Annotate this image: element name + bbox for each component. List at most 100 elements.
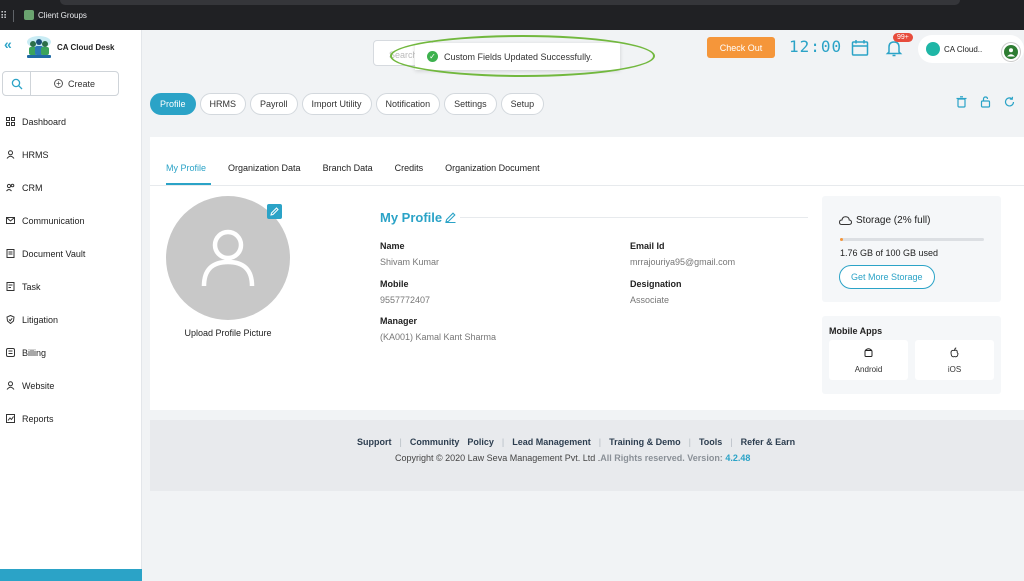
billing-icon bbox=[6, 348, 15, 357]
user-name: CA Cloud.. bbox=[944, 44, 983, 54]
android-label: Android bbox=[854, 365, 883, 374]
calendar-icon[interactable] bbox=[851, 39, 869, 57]
sidebar-item-document-vault[interactable]: Document Vault bbox=[0, 237, 142, 270]
footer-link-training-demo[interactable]: Training & Demo bbox=[609, 437, 681, 447]
grid-icon bbox=[6, 117, 15, 126]
sidebar-item-hrms[interactable]: HRMS bbox=[0, 138, 142, 171]
footer-link-tools[interactable]: Tools bbox=[699, 437, 722, 447]
pencil-icon bbox=[270, 207, 279, 216]
browser-bookmark-bar: ⠿ Client Groups bbox=[0, 0, 1024, 30]
trash-icon[interactable] bbox=[956, 96, 967, 108]
bookmark-client-groups[interactable]: Client Groups bbox=[24, 10, 87, 20]
rights-text: All Rights reserved. bbox=[600, 453, 685, 463]
sidebar-item-billing[interactable]: Billing bbox=[0, 336, 142, 369]
footer-links: Support | Community Policy | Lead Manage… bbox=[357, 437, 803, 447]
mobile-apps-title: Mobile Apps bbox=[829, 326, 883, 336]
mail-icon bbox=[6, 217, 15, 224]
footer-link-support[interactable]: Support bbox=[357, 437, 392, 447]
browser-tab-strip bbox=[60, 0, 960, 5]
android-app-link[interactable]: Android bbox=[829, 340, 908, 380]
user-avatar-icon bbox=[1007, 48, 1015, 57]
sidebar-item-dashboard[interactable]: Dashboard bbox=[0, 105, 142, 138]
my-profile-heading: My Profile bbox=[380, 210, 456, 225]
sidebar-menu: Dashboard HRMS CRM Communication Documen… bbox=[0, 105, 142, 435]
designation-field: Designation Associate bbox=[630, 279, 682, 305]
designation-value: Associate bbox=[630, 295, 670, 305]
tab-notification[interactable]: Notification bbox=[375, 93, 441, 115]
tab-payroll[interactable]: Payroll bbox=[250, 93, 298, 115]
sidebar-item-reports[interactable]: Reports bbox=[0, 402, 142, 435]
footer-link-refer-earn[interactable]: Refer & Earn bbox=[741, 437, 796, 447]
brand-name: CA Cloud Desk bbox=[57, 43, 115, 52]
page-actions bbox=[956, 96, 1015, 108]
plus-circle-icon: + bbox=[53, 79, 63, 88]
bookmark-separator bbox=[13, 10, 14, 22]
mobile-label: Mobile bbox=[380, 279, 409, 289]
manager-field: Manager (KA001) Kamal Kant Sharma bbox=[380, 316, 496, 342]
tab-settings[interactable]: Settings bbox=[444, 93, 497, 115]
footer-copyright: Copyright © 2020 Law Seva Management Pvt… bbox=[395, 453, 750, 463]
check-out-button[interactable]: Check Out bbox=[707, 37, 775, 58]
apps-grid-icon[interactable]: ⠿ bbox=[0, 11, 7, 22]
footer-divider: | bbox=[598, 437, 602, 447]
sidebar-item-label: Dashboard bbox=[22, 116, 67, 127]
create-button[interactable]: + Create bbox=[31, 72, 118, 95]
sidebar-item-label: HRMS bbox=[22, 149, 49, 160]
storage-used-text: 1.76 GB of 100 GB used bbox=[840, 248, 939, 258]
sidebar-item-website[interactable]: Website bbox=[0, 369, 142, 402]
footer-link-lead-management[interactable]: Lead Management bbox=[512, 437, 591, 447]
task-icon bbox=[6, 282, 15, 291]
unlock-icon[interactable] bbox=[980, 96, 991, 108]
sidebar-item-communication[interactable]: Communication bbox=[0, 204, 142, 237]
user-menu[interactable]: CA Cloud.. bbox=[918, 35, 1024, 63]
chart-icon bbox=[6, 414, 15, 423]
profile-sub-tabs: My Profile Organization Data Branch Data… bbox=[166, 163, 540, 173]
name-value: Shivam Kumar bbox=[380, 257, 440, 267]
upload-profile-picture-label[interactable]: Upload Profile Picture bbox=[166, 328, 290, 338]
sidebar-search-create: + Create bbox=[2, 71, 119, 96]
sidebar-item-label: Litigation bbox=[22, 314, 59, 325]
edit-picture-button[interactable] bbox=[267, 204, 282, 219]
ios-label: iOS bbox=[947, 365, 962, 374]
version-label: Version: bbox=[687, 453, 723, 463]
shield-icon bbox=[6, 315, 15, 324]
get-more-storage-button[interactable]: Get More Storage bbox=[839, 265, 935, 289]
sidebar-item-crm[interactable]: CRM bbox=[0, 171, 142, 204]
footer-divider: | bbox=[501, 437, 505, 447]
sidebar-item-task[interactable]: Task bbox=[0, 270, 142, 303]
subtab-organization-document[interactable]: Organization Document bbox=[445, 163, 540, 173]
subtab-divider bbox=[150, 185, 1024, 186]
sidebar-search-button[interactable] bbox=[3, 72, 31, 95]
client-groups-favicon-icon bbox=[24, 10, 34, 20]
ios-app-link[interactable]: iOS bbox=[915, 340, 994, 380]
check-circle-icon: ✓ bbox=[427, 51, 438, 62]
active-subtab-indicator bbox=[166, 183, 211, 185]
collapse-sidebar-icon[interactable]: « bbox=[4, 36, 12, 52]
footer-divider: | bbox=[730, 437, 733, 447]
tab-setup[interactable]: Setup bbox=[500, 93, 545, 115]
my-profile-title: My Profile bbox=[380, 210, 443, 225]
subtab-branch-data[interactable]: Branch Data bbox=[323, 163, 373, 173]
tab-import-utility[interactable]: Import Utility bbox=[301, 93, 372, 115]
storage-title-row: Storage (2% full) bbox=[839, 215, 930, 226]
storage-panel: Storage (2% full) 1.76 GB of 100 GB used… bbox=[822, 196, 1001, 302]
tab-profile[interactable]: Profile bbox=[150, 93, 196, 115]
subtab-credits[interactable]: Credits bbox=[395, 163, 424, 173]
clock: 12:00 bbox=[789, 37, 843, 56]
profile-avatar[interactable] bbox=[1002, 43, 1020, 61]
email-label: Email Id bbox=[630, 241, 665, 251]
footer-link-community[interactable]: Community bbox=[410, 437, 460, 447]
footer-link-policy[interactable]: Policy bbox=[467, 437, 494, 447]
tab-hrms[interactable]: HRMS bbox=[199, 93, 247, 115]
refresh-icon[interactable] bbox=[1004, 96, 1015, 108]
subtab-my-profile[interactable]: My Profile bbox=[166, 163, 206, 173]
profile-heading-rule bbox=[460, 217, 808, 218]
create-label: Create bbox=[67, 78, 95, 89]
sidebar-item-label: Document Vault bbox=[22, 248, 86, 259]
copyright-text: Copyright © 2020 Law Seva Management Pvt… bbox=[395, 453, 601, 463]
edit-pencil-icon[interactable] bbox=[445, 212, 456, 223]
bookmark-label: Client Groups bbox=[38, 10, 87, 20]
sidebar-item-litigation[interactable]: Litigation bbox=[0, 303, 142, 336]
company-avatar bbox=[926, 42, 940, 56]
subtab-organization-data[interactable]: Organization Data bbox=[228, 163, 301, 173]
